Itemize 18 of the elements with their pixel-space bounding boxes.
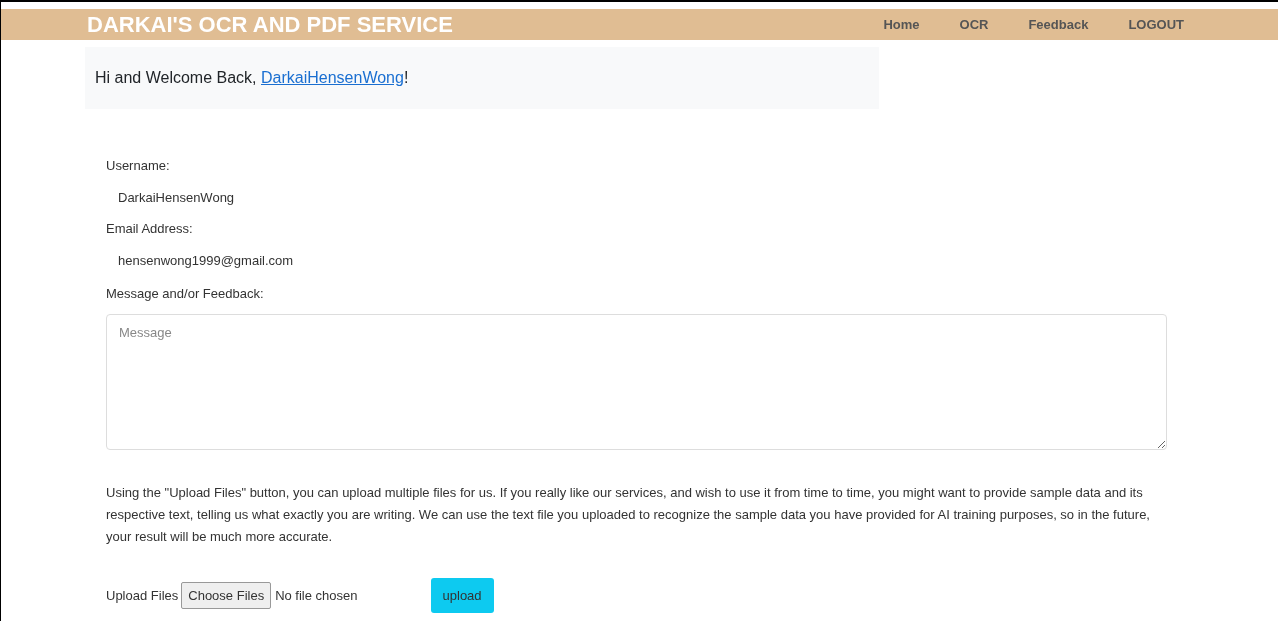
nav-link[interactable]: OCR: [955, 14, 993, 35]
upload-label: Upload Files: [106, 586, 179, 605]
info-paragraph: Using the "Upload Files" button, you can upload multiple files for us. If you really like our services, and wish to use it from time to time, you might want to provide sample data and its respective text, telling us what exactly you are writing. We can use the text file you uploaded to recognize the sample data you have provided for AI training purposes, so in the future, your result will be much more accurate.: [106, 483, 1151, 546]
nav-link[interactable]: LOGOUT: [1124, 14, 1188, 35]
welcome-text: Hi and Welcome Back, DarkaiHensenWong!: [95, 68, 409, 88]
upload-button[interactable]: upload: [430, 577, 494, 613]
field-value: DarkaiHensenWong: [117, 188, 236, 207]
nav-link[interactable]: Home: [879, 14, 924, 35]
file-status: No file chosen: [275, 586, 358, 605]
nav-link[interactable]: Feedback: [1024, 14, 1093, 35]
username-link[interactable]: DarkaiHensenWong: [261, 69, 404, 86]
field-label: Username:: [106, 157, 171, 175]
field-label: Email Address:: [106, 220, 194, 238]
message-field[interactable]: Message: [106, 313, 1167, 450]
choose-files-button[interactable]: Choose Files: [181, 581, 272, 609]
site-title: DARKAI'S OCR AND PDF SERVICE: [87, 13, 453, 36]
field-value: hensenwong1999@gmail.com: [117, 251, 295, 270]
field-label: Message and/or Feedback:: [106, 285, 265, 303]
